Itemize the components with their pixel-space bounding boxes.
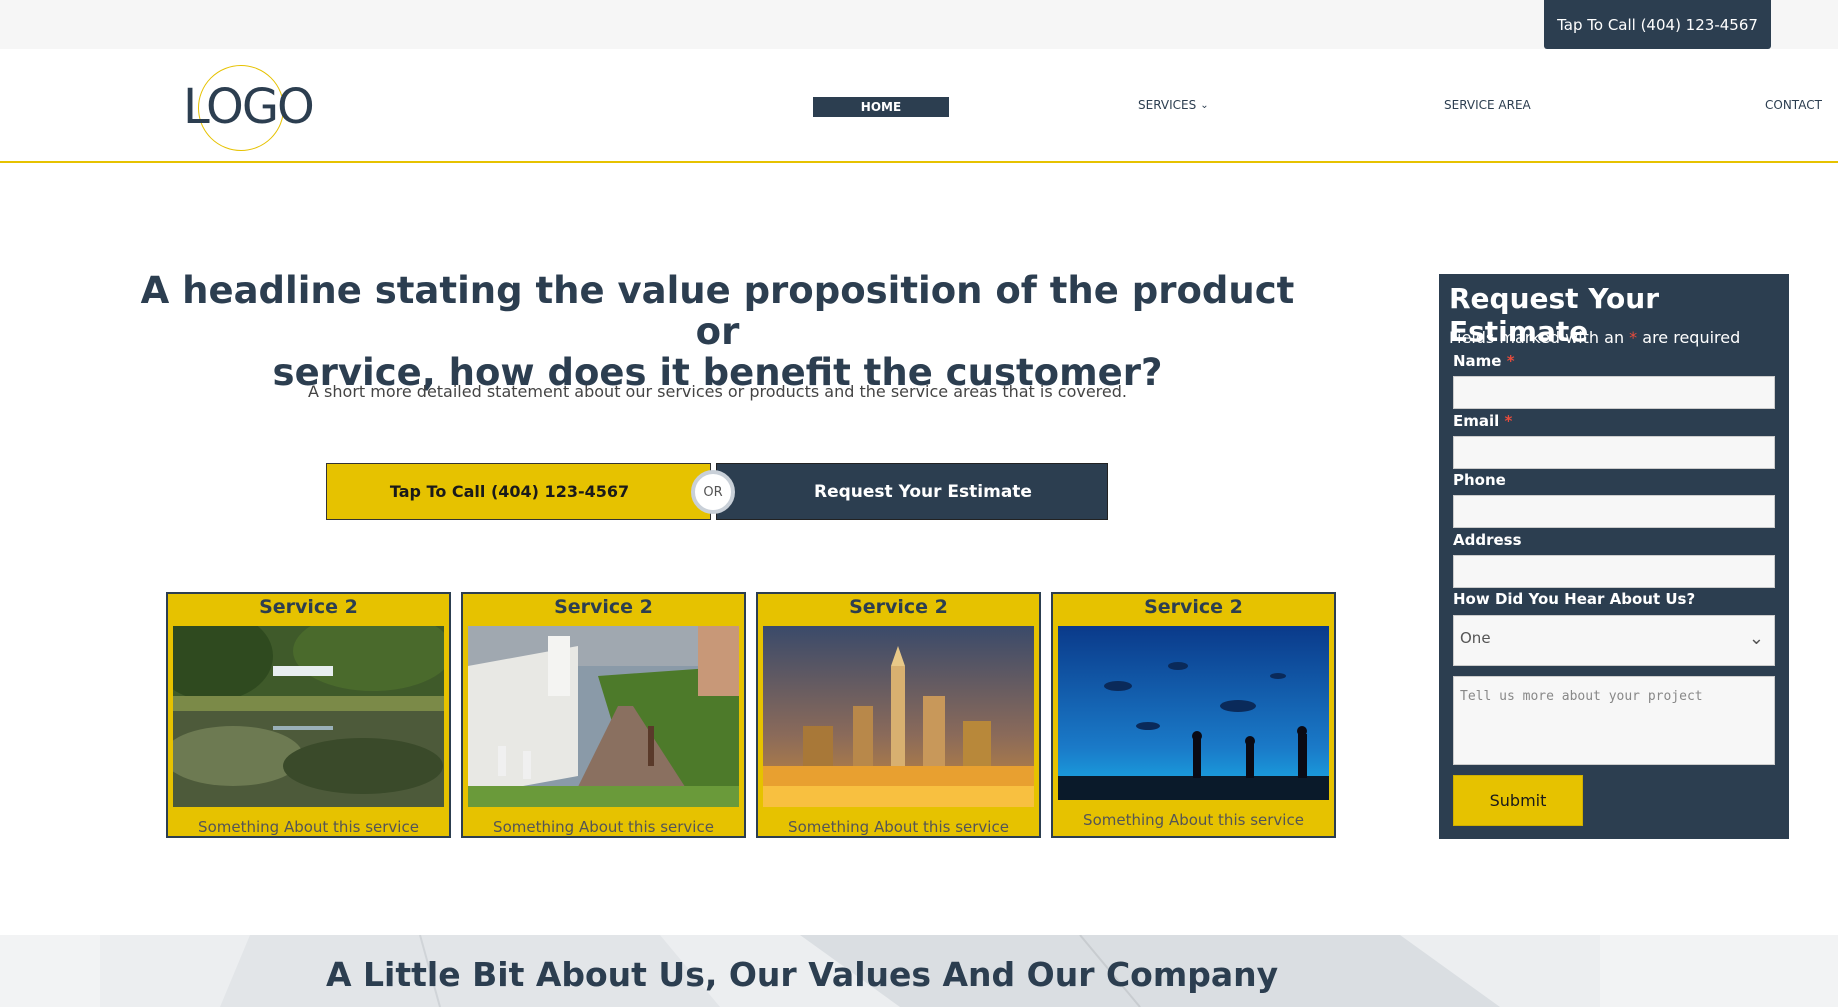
nav-home[interactable]: HOME — [813, 97, 949, 117]
hero-subline: A short more detailed statement about ou… — [308, 382, 1127, 401]
service-card-title: Service 2 — [1144, 596, 1243, 618]
service-card-title: Service 2 — [554, 596, 653, 618]
form-note-after: are required — [1637, 328, 1741, 347]
phone-field[interactable] — [1453, 495, 1775, 528]
service-card-title: Service 2 — [849, 596, 948, 618]
service-card-text: Something About this service — [788, 818, 1009, 836]
garden-walkway-photo — [468, 626, 739, 807]
phone-label: Phone — [1453, 471, 1506, 489]
hero-headline-line1: A headline stating the value proposition… — [140, 269, 1295, 353]
email-label-text: Email — [1453, 412, 1500, 430]
hero-call-button[interactable]: Tap To Call (404) 123-4567 — [326, 463, 711, 520]
nav-services-label: SERVICES — [1138, 98, 1197, 112]
chevron-down-icon: ⌄ — [1200, 99, 1209, 111]
logo-text: LOGO — [183, 79, 315, 135]
hear-about-select[interactable]: One ⌄ — [1453, 615, 1775, 666]
lake-park-photo — [173, 626, 444, 807]
required-star: * — [1506, 352, 1515, 370]
logo[interactable]: LOGO — [183, 65, 315, 155]
city-skyline-night-photo — [763, 626, 1034, 807]
form-note-before: Fields marked with an — [1449, 328, 1630, 347]
nav-contact[interactable]: CONTACT — [1765, 98, 1822, 112]
nav-service-area[interactable]: SERVICE AREA — [1444, 98, 1531, 112]
name-label: Name * — [1453, 352, 1515, 370]
service-card-text: Something About this service — [1083, 811, 1304, 829]
or-divider: OR — [691, 470, 735, 514]
aquarium-photo — [1058, 626, 1329, 800]
top-call-button[interactable]: Tap To Call (404) 123-4567 — [1544, 0, 1771, 49]
service-card[interactable]: Service 2 Something About this service — [756, 592, 1041, 838]
hero-headline: A headline stating the value proposition… — [140, 270, 1295, 393]
hear-about-label: How Did You Hear About Us? — [1453, 590, 1696, 608]
service-card[interactable]: Service 2 Something About this service — [1051, 592, 1336, 838]
address-label: Address — [1453, 531, 1522, 549]
site-header: LOGO HOME SERVICES ⌄ SERVICE AREA CONTAC… — [0, 49, 1838, 163]
name-field[interactable] — [1453, 376, 1775, 409]
name-label-text: Name — [1453, 352, 1502, 370]
estimate-form: Request Your Estimate Fields marked with… — [1439, 274, 1789, 839]
required-star: * — [1504, 412, 1513, 430]
hear-about-selected: One — [1460, 629, 1491, 647]
service-card-title: Service 2 — [259, 596, 358, 618]
service-card[interactable]: Service 2 Something About this service — [166, 592, 451, 838]
project-message-field[interactable]: Tell us more about your project — [1453, 676, 1775, 765]
email-field[interactable] — [1453, 436, 1775, 469]
required-star: * — [1629, 328, 1638, 347]
top-bar: Tap To Call (404) 123-4567 — [0, 0, 1838, 49]
service-card-text: Something About this service — [493, 818, 714, 836]
form-required-note: Fields marked with an * are required — [1449, 328, 1740, 347]
address-field[interactable] — [1453, 555, 1775, 588]
about-section: A Little Bit About Us, Our Values And Ou… — [0, 935, 1838, 1007]
service-card[interactable]: Service 2 Something About this service — [461, 592, 746, 838]
email-label: Email * — [1453, 412, 1512, 430]
hero-estimate-button[interactable]: Request Your Estimate — [716, 463, 1108, 520]
service-card-text: Something About this service — [198, 818, 419, 836]
nav-services[interactable]: SERVICES ⌄ — [1138, 98, 1209, 112]
about-title: A Little Bit About Us, Our Values And Ou… — [326, 955, 1279, 994]
chevron-down-icon: ⌄ — [1748, 628, 1764, 649]
project-message-placeholder: Tell us more about your project — [1460, 689, 1703, 704]
submit-button[interactable]: Submit — [1453, 775, 1583, 826]
